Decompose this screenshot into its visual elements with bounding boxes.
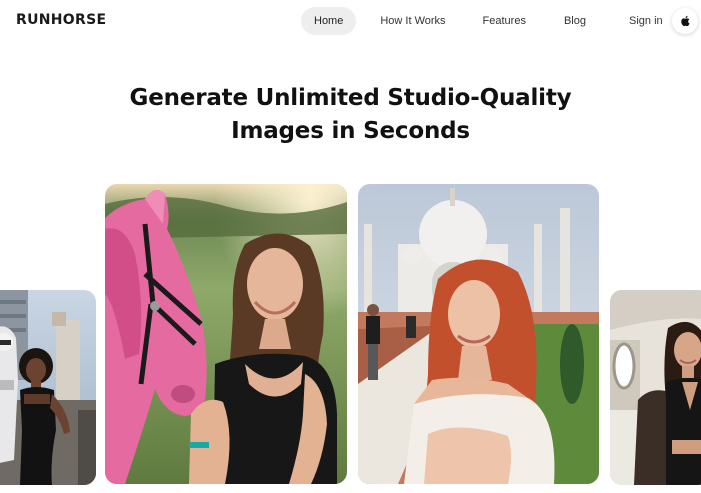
hero-title-line-1: Generate Unlimited Studio-Quality <box>129 85 572 111</box>
nav-features[interactable]: Features <box>470 7 539 35</box>
nav-how-it-works[interactable]: How It Works <box>367 7 458 35</box>
gallery-image-robot-city[interactable] <box>0 290 96 485</box>
hero-title: Generate Unlimited Studio-Quality Images… <box>0 82 701 148</box>
palace-image <box>358 184 599 484</box>
robot-city-image <box>0 290 96 485</box>
gallery-image-jet[interactable] <box>610 290 701 485</box>
gallery-image-palace[interactable] <box>358 184 599 484</box>
apple-signin-button[interactable] <box>672 8 698 34</box>
jet-image <box>610 290 701 485</box>
nav-home[interactable]: Home <box>301 7 357 35</box>
hero-title-line-2: Images in Seconds <box>231 118 470 144</box>
gallery-image-pink-horse[interactable] <box>105 184 347 484</box>
brand-logo[interactable]: RUNHORSE <box>16 12 106 28</box>
nav-blog[interactable]: Blog <box>551 7 599 35</box>
main-nav: Home How It Works Features Blog Sign in <box>301 7 676 35</box>
pink-horse-image <box>105 184 347 484</box>
nav-sign-in[interactable]: Sign in <box>616 7 676 35</box>
apple-icon <box>681 15 690 27</box>
